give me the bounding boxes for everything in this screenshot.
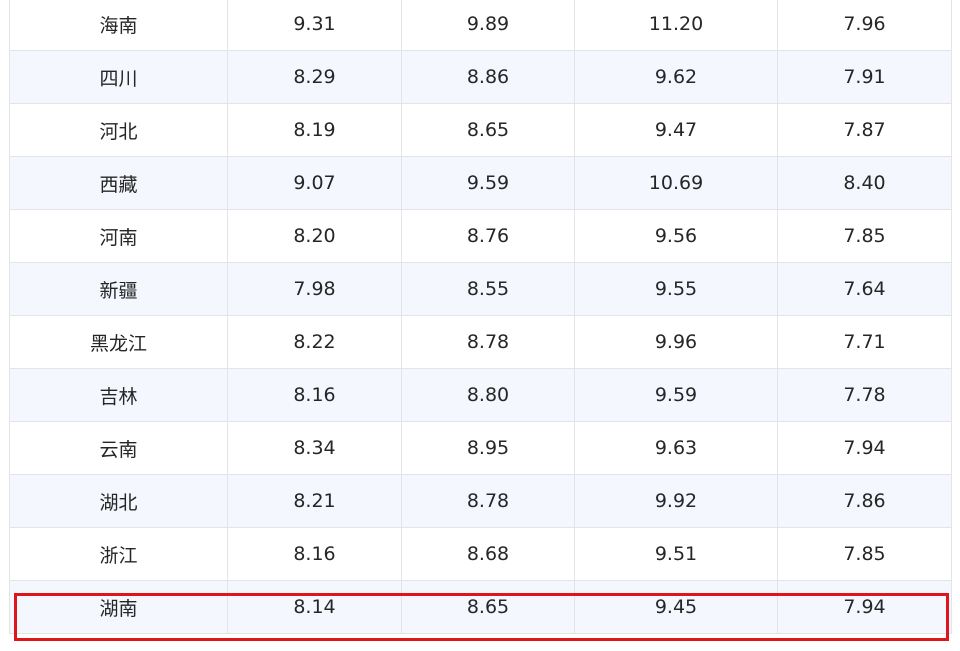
value-cell: 8.55 [401, 262, 575, 316]
value-cell: 11.20 [574, 0, 778, 51]
value-cell: 8.78 [401, 474, 575, 528]
value-cell: 9.92 [574, 474, 778, 528]
value-cell: 8.65 [401, 103, 575, 157]
value-cell: 8.68 [401, 527, 575, 581]
province-cell: 海南 [9, 0, 228, 51]
value-cell: 7.86 [777, 474, 952, 528]
value-cell: 9.56 [574, 209, 778, 263]
value-cell: 9.63 [574, 421, 778, 475]
table-row: 黑龙江 8.22 8.78 9.96 7.71 [9, 315, 952, 369]
value-cell: 8.20 [227, 209, 402, 263]
table-row: 云南 8.34 8.95 9.63 7.94 [9, 421, 952, 475]
province-cell: 四川 [9, 50, 228, 104]
value-cell: 8.34 [227, 421, 402, 475]
table-row: 湖北 8.21 8.78 9.92 7.86 [9, 474, 952, 528]
value-cell: 7.85 [777, 209, 952, 263]
table-row: 四川 8.29 8.86 9.62 7.91 [9, 50, 952, 104]
province-cell: 吉林 [9, 368, 228, 422]
value-cell: 10.69 [574, 156, 778, 210]
value-cell: 8.16 [227, 368, 402, 422]
value-cell: 8.19 [227, 103, 402, 157]
province-cell: 湖北 [9, 474, 228, 528]
value-cell: 8.14 [227, 580, 402, 634]
value-cell: 7.98 [227, 262, 402, 316]
province-cell: 云南 [9, 421, 228, 475]
value-cell: 7.96 [777, 0, 952, 51]
data-table-container: 海南 9.31 9.89 11.20 7.96 四川 8.29 8.86 9.6… [9, 0, 952, 634]
province-cell: 新疆 [9, 262, 228, 316]
value-cell: 9.51 [574, 527, 778, 581]
value-cell: 9.62 [574, 50, 778, 104]
value-cell: 8.80 [401, 368, 575, 422]
value-cell: 8.21 [227, 474, 402, 528]
table-row: 吉林 8.16 8.80 9.59 7.78 [9, 368, 952, 422]
value-cell: 8.29 [227, 50, 402, 104]
value-cell: 8.16 [227, 527, 402, 581]
table-row: 西藏 9.07 9.59 10.69 8.40 [9, 156, 952, 210]
value-cell: 8.95 [401, 421, 575, 475]
value-cell: 7.71 [777, 315, 952, 369]
table-row: 浙江 8.16 8.68 9.51 7.85 [9, 527, 952, 581]
value-cell: 9.59 [574, 368, 778, 422]
value-cell: 9.47 [574, 103, 778, 157]
value-cell: 9.31 [227, 0, 402, 51]
value-cell: 8.76 [401, 209, 575, 263]
province-data-table: 海南 9.31 9.89 11.20 7.96 四川 8.29 8.86 9.6… [9, 0, 952, 634]
value-cell: 7.91 [777, 50, 952, 104]
value-cell: 9.96 [574, 315, 778, 369]
province-cell: 湖南 [9, 580, 228, 634]
value-cell: 9.55 [574, 262, 778, 316]
value-cell: 9.59 [401, 156, 575, 210]
value-cell: 9.07 [227, 156, 402, 210]
province-cell: 西藏 [9, 156, 228, 210]
highlighted-table-row: 湖南 8.14 8.65 9.45 7.94 [9, 580, 952, 634]
value-cell: 7.78 [777, 368, 952, 422]
province-cell: 浙江 [9, 527, 228, 581]
table-row: 河南 8.20 8.76 9.56 7.85 [9, 209, 952, 263]
value-cell: 9.89 [401, 0, 575, 51]
province-cell: 河南 [9, 209, 228, 263]
value-cell: 8.40 [777, 156, 952, 210]
value-cell: 7.87 [777, 103, 952, 157]
province-cell: 黑龙江 [9, 315, 228, 369]
value-cell: 9.45 [574, 580, 778, 634]
value-cell: 8.65 [401, 580, 575, 634]
value-cell: 7.64 [777, 262, 952, 316]
table-row: 新疆 7.98 8.55 9.55 7.64 [9, 262, 952, 316]
value-cell: 8.78 [401, 315, 575, 369]
value-cell: 7.85 [777, 527, 952, 581]
value-cell: 7.94 [777, 580, 952, 634]
table-row: 河北 8.19 8.65 9.47 7.87 [9, 103, 952, 157]
province-cell: 河北 [9, 103, 228, 157]
value-cell: 8.22 [227, 315, 402, 369]
table-row: 海南 9.31 9.89 11.20 7.96 [9, 0, 952, 51]
value-cell: 8.86 [401, 50, 575, 104]
value-cell: 7.94 [777, 421, 952, 475]
